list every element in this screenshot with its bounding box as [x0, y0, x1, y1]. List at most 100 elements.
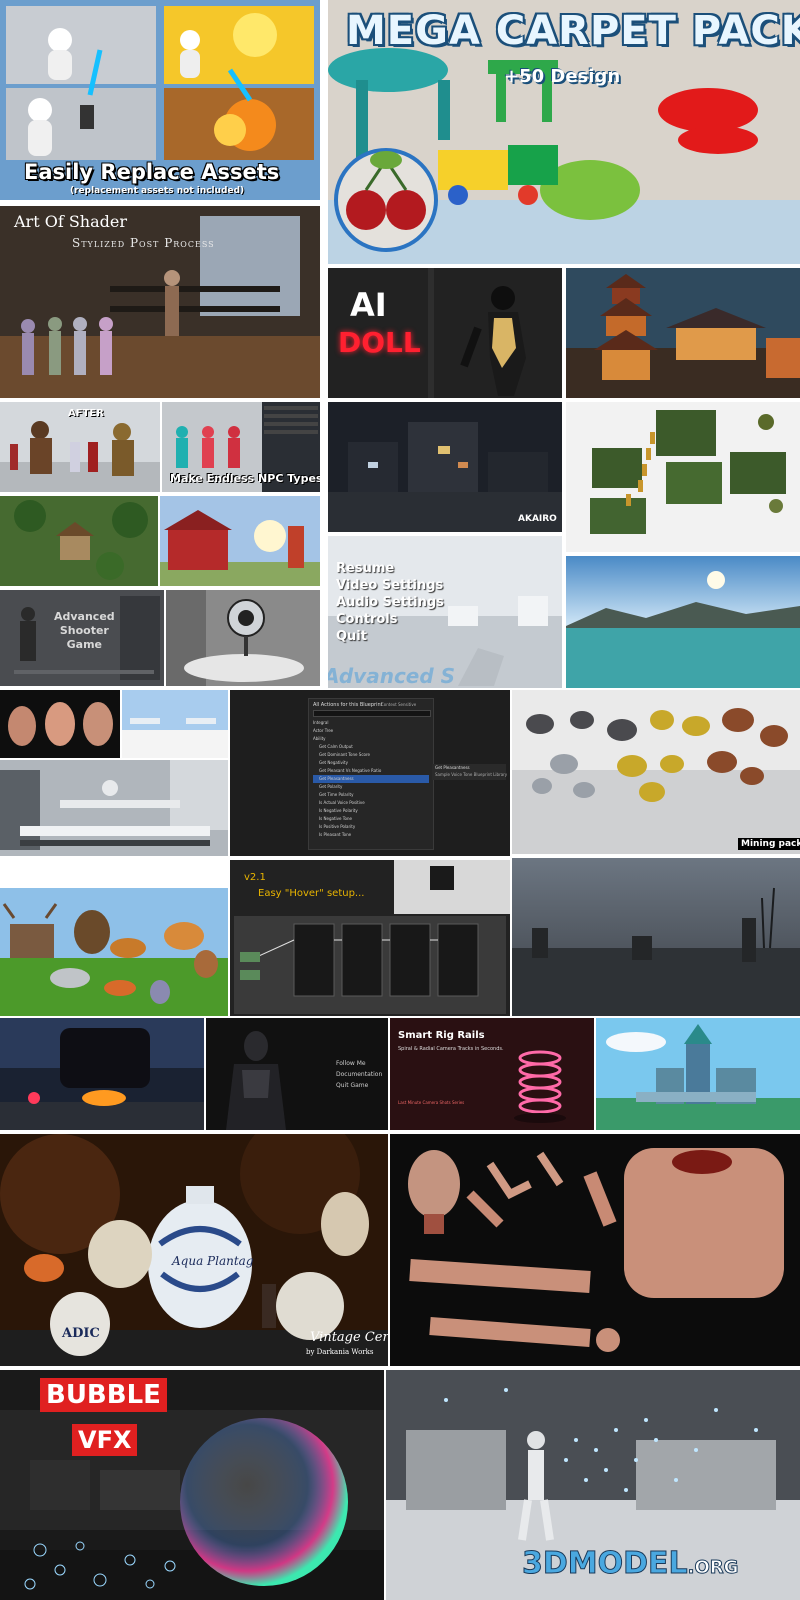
- industrial-city-scene: [0, 760, 228, 856]
- mining-pack-label: Mining pack: [738, 838, 800, 850]
- blueprint-side-title: Get Pleasantness: [435, 765, 470, 770]
- tile-ai-doll[interactable]: AI DOLL: [328, 268, 562, 398]
- shooter-line2: Shooter: [59, 624, 109, 637]
- blueprint-action-item[interactable]: Actor Tree: [313, 727, 429, 735]
- ceramics-title: Vintage Ceramics: [310, 1330, 388, 1345]
- blueprint-context[interactable]: Context Sensitive: [381, 702, 416, 707]
- blueprint-search-input[interactable]: [313, 710, 431, 717]
- asian-village-scene: [566, 268, 800, 398]
- blueprint-action-item[interactable]: Get Pleasant Vs Negative Ratio: [313, 767, 429, 775]
- npc-after-label: AFTER: [68, 408, 104, 419]
- neon-platform-scene: [0, 1018, 204, 1130]
- tile-bubble-vfx[interactable]: BUBBLE VFX: [0, 1370, 384, 1600]
- blueprint-action-item[interactable]: Get Negativity: [313, 759, 429, 767]
- akairo-city-scene: [328, 402, 562, 532]
- blueprint-action-item[interactable]: Get Pleasantness: [313, 775, 429, 783]
- tile-ammo-boxes[interactable]: [566, 402, 800, 552]
- misty-ruins-scene: [512, 858, 800, 1016]
- pause-menu-watermark: Advanced S: [328, 664, 456, 688]
- animals-scene: [0, 888, 228, 1016]
- tile-npc-types[interactable]: Make Endless NPC Types: [162, 402, 320, 492]
- rig-footer: Last Minute Camera Shots Series: [398, 1100, 465, 1105]
- hover-version: v2.1: [244, 872, 266, 883]
- hover-setup-graph: [230, 860, 510, 1016]
- menu-item-resume[interactable]: Resume: [336, 560, 444, 577]
- tile-vintage-ceramics[interactable]: Aqua Plantag ADIC Vintage Ceramics by Da…: [0, 1134, 388, 1366]
- rig-subtitle: Spiral & Radial Camera Tracks in Seconds…: [398, 1046, 504, 1052]
- tile-chrome-orb[interactable]: [166, 590, 320, 686]
- replace-title: Easily Replace Assets: [24, 160, 280, 184]
- blueprint-action-item[interactable]: Integral: [313, 719, 429, 727]
- tile-mountain-lake[interactable]: [566, 556, 800, 688]
- replace-subtitle: (replacement assets not included): [70, 186, 245, 196]
- fantasy-village-scene: [0, 496, 158, 586]
- tile-fantasy-castle[interactable]: [596, 1018, 800, 1130]
- menu-item-video-settings[interactable]: Video Settings: [336, 577, 444, 594]
- ai-doll-line2: DOLL: [338, 326, 421, 359]
- blueprint-action-item[interactable]: Get Time Polarity: [313, 791, 429, 799]
- shooter-title: Advanced Shooter Game: [54, 610, 115, 652]
- menu-item-controls[interactable]: Controls: [336, 611, 444, 628]
- ceramics-author: by Darkania Works: [306, 1348, 374, 1356]
- menu-quit-game[interactable]: Quit Game: [336, 1080, 382, 1091]
- tile-easily-replace-assets[interactable]: Easily Replace Assets (replacement asset…: [0, 0, 320, 200]
- blueprint-panel: All Actions for this Blueprint Context S…: [308, 698, 434, 850]
- blueprint-action-item[interactable]: Is Actual Voice Positive: [313, 799, 429, 807]
- tile-barn[interactable]: [160, 496, 320, 586]
- tile-asian-village[interactable]: [566, 268, 800, 398]
- blueprint-action-list: Integral Actor Tree Ability Get Calm Output…: [313, 719, 429, 839]
- menu-item-quit[interactable]: Quit: [336, 628, 444, 645]
- carpet-title: MEGA CARPET PACK: [346, 8, 800, 54]
- ceramics-jar-label2: ADIC: [62, 1326, 100, 1341]
- barn-scene: [160, 496, 320, 586]
- blueprint-side-panel: Get Pleasantness Sample Voice Tone Bluep…: [432, 764, 507, 780]
- akairo-label: AKAIRO: [518, 514, 557, 524]
- blueprint-action-item[interactable]: Get Polarity: [313, 783, 429, 791]
- bubble-line1: BUBBLE: [40, 1378, 167, 1412]
- tile-sky-plane[interactable]: [122, 690, 228, 758]
- blueprint-action-item[interactable]: Get Dominant Tone Score: [313, 751, 429, 759]
- mining-pack-scene: [512, 690, 800, 854]
- site-watermark: 3DMODEL.ORG: [522, 1546, 739, 1582]
- blueprint-action-item[interactable]: Get Calm Output: [313, 743, 429, 751]
- tile-heads[interactable]: [0, 690, 120, 758]
- heads-scene: [0, 690, 120, 758]
- tile-blueprint-actions[interactable]: All Actions for this Blueprint Context S…: [230, 690, 510, 856]
- blueprint-action-item[interactable]: Is Pleasant Tone: [313, 831, 429, 839]
- tile-body-parts[interactable]: [390, 1134, 800, 1366]
- blueprint-action-item[interactable]: Is Positive Polarity: [313, 823, 429, 831]
- tile-industrial-city[interactable]: [0, 760, 228, 856]
- hover-title: Easy "Hover" setup...: [258, 888, 365, 899]
- menu-item-audio-settings[interactable]: Audio Settings: [336, 594, 444, 611]
- tile-smart-rig-rails[interactable]: Smart Rig Rails Spiral & Radial Camera T…: [390, 1018, 594, 1130]
- carpet-subtitle: +50 Design: [504, 66, 621, 87]
- tile-animals[interactable]: [0, 888, 228, 1016]
- body-parts-scene: [390, 1134, 800, 1366]
- blueprint-action-item[interactable]: Is Negative Polarity: [313, 807, 429, 815]
- tile-pause-menu[interactable]: Resume Video Settings Audio Settings Con…: [328, 536, 562, 688]
- tile-hover-setup[interactable]: v2.1 Easy "Hover" setup...: [230, 860, 510, 1016]
- tile-mega-carpet-pack[interactable]: MEGA CARPET PACK +50 Design: [328, 0, 800, 264]
- tile-art-of-shader[interactable]: Art Of Shader Stylized Post Process: [0, 206, 320, 398]
- shader-subtitle: Stylized Post Process: [72, 236, 215, 250]
- blueprint-header: All Actions for this Blueprint: [313, 702, 383, 708]
- ai-doll-line1: AI: [350, 286, 387, 324]
- pause-menu-list: Resume Video Settings Audio Settings Con…: [336, 560, 444, 645]
- shader-title: Art Of Shader: [14, 212, 128, 231]
- tile-neon-platform[interactable]: [0, 1018, 204, 1130]
- tile-advanced-shooter[interactable]: Advanced Shooter Game: [0, 590, 164, 686]
- shader-illustration: [0, 206, 320, 398]
- tile-follow-me-menu[interactable]: Follow Me Documentation Quit Game: [206, 1018, 388, 1130]
- menu-documentation[interactable]: Documentation: [336, 1069, 382, 1080]
- blueprint-action-item[interactable]: Is Negative Tone: [313, 815, 429, 823]
- tile-mining-pack[interactable]: Mining pack: [512, 690, 800, 854]
- menu-follow-me[interactable]: Follow Me: [336, 1058, 382, 1069]
- blueprint-action-item[interactable]: Ability: [313, 735, 429, 743]
- tile-misty-ruins[interactable]: [512, 858, 800, 1016]
- tile-akairo[interactable]: AKAIRO: [328, 402, 562, 532]
- bubble-line2: VFX: [72, 1424, 138, 1456]
- tile-fantasy-village[interactable]: [0, 496, 158, 586]
- mountain-lake-scene: [566, 556, 800, 688]
- fantasy-castle-scene: [596, 1018, 800, 1130]
- tile-npc-after[interactable]: AFTER: [0, 402, 160, 492]
